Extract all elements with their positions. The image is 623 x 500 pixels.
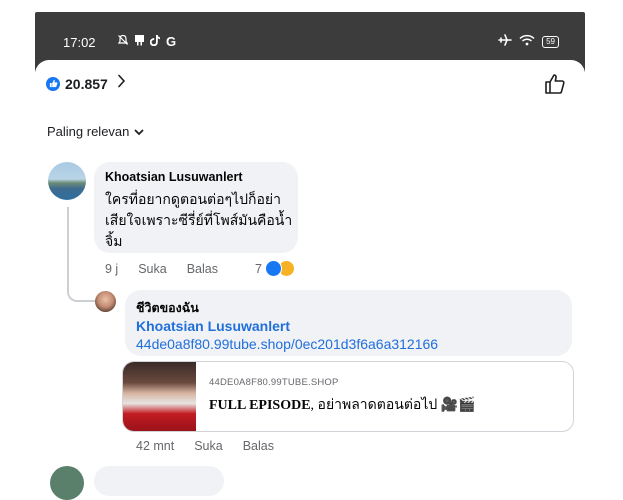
avatar[interactable]: [50, 466, 84, 500]
comment-reactions[interactable]: 7: [255, 260, 295, 277]
like-reaction-icon: [264, 260, 282, 277]
thumbs-up-icon: [545, 74, 565, 94]
notifications-off-icon: [117, 34, 129, 49]
tiktok-icon: [149, 34, 161, 49]
comment-text: ใครที่อยากดูตอนต่อๆไปก็อย่าเสียใจเพราะซี…: [105, 191, 293, 249]
sort-dropdown[interactable]: Paling relevan: [47, 124, 144, 139]
link-preview-card[interactable]: 44DE0A8F80.99TUBE.SHOP FULL EPISODE, อย่…: [122, 361, 574, 432]
like-reaction-icon: [46, 76, 60, 91]
reply-author[interactable]: ชีวิตของฉัน: [136, 298, 199, 318]
airplane-mode-icon: [498, 34, 512, 49]
link-preview-title-bold: FULL EPISODE: [209, 398, 311, 413]
reply-thread-line: [67, 207, 97, 302]
status-icons-right: 59: [498, 34, 559, 49]
avatar[interactable]: [48, 162, 86, 200]
chevron-down-icon: [134, 124, 144, 139]
sort-label: Paling relevan: [47, 124, 130, 139]
flag-icon: [134, 34, 145, 49]
comment-author[interactable]: Khoatsian Lusuwanlert: [105, 170, 243, 184]
comment-time: 9 j: [105, 262, 119, 276]
avatar[interactable]: [95, 291, 116, 312]
like-comment-button[interactable]: Suka: [138, 262, 167, 276]
link-preview-thumbnail: [123, 362, 196, 431]
reply-actions: 42 mnt Suka Balas: [136, 439, 294, 453]
reply-link[interactable]: 44de0a8f80.99tube.shop/0ec201d3f6a6a3121…: [136, 336, 438, 352]
link-preview-domain: 44DE0A8F80.99TUBE.SHOP: [209, 377, 339, 388]
chevron-right-icon: [117, 74, 126, 93]
reply-comment-button[interactable]: Balas: [187, 262, 218, 276]
battery-icon: 59: [542, 35, 559, 48]
comment-bubble: [94, 466, 224, 496]
status-icons-left: G: [117, 34, 176, 49]
reply-mention[interactable]: Khoatsian Lusuwanlert: [136, 318, 290, 334]
like-reply-button[interactable]: Suka: [194, 439, 223, 453]
google-icon: G: [166, 34, 177, 49]
comment-bubble: Khoatsian Lusuwanlert ใครที่อยากดูตอนต่อ…: [94, 162, 298, 253]
reply-bubble: ชีวิตของฉัน Khoatsian Lusuwanlert 44de0a…: [125, 290, 572, 356]
reply-reply-button[interactable]: Balas: [243, 439, 274, 453]
reply-time: 42 mnt: [136, 439, 175, 453]
like-post-button[interactable]: [543, 72, 567, 96]
reaction-count: 20.857: [65, 75, 108, 92]
link-preview-title-rest: , อย่าพลาดตอนต่อไป 🎥🎬: [310, 398, 476, 413]
comment-reaction-count: 7: [255, 261, 262, 276]
status-time: 17:02: [63, 35, 96, 50]
reply-text: Khoatsian Lusuwanlert 44de0a8f80.99tube.…: [136, 317, 566, 353]
reactions-summary[interactable]: 20.857: [46, 74, 126, 93]
link-preview-title: FULL EPISODE, อย่าพลาดตอนต่อไป 🎥🎬: [209, 394, 476, 416]
wifi-icon: [519, 34, 535, 49]
comment-actions: 9 j Suka Balas: [105, 262, 238, 276]
